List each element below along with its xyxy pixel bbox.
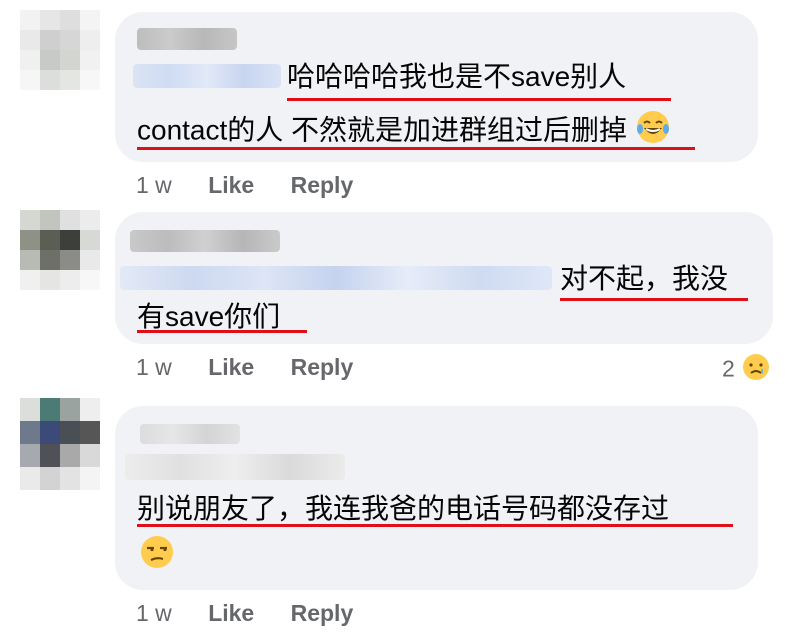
comment-bubble: 哈哈哈哈我也是不save别人 contact的人 不然就是加进群组过后删掉 (115, 12, 758, 162)
reply-button[interactable]: Reply (291, 172, 354, 198)
blurred-username (130, 230, 280, 252)
blurred-username (140, 424, 240, 444)
reply-button[interactable]: Reply (291, 600, 354, 626)
comment-text-span: contact的人 不然就是加进群组过后删掉 (137, 114, 628, 146)
highlight-underline (137, 330, 307, 333)
sad-tear-icon (741, 352, 771, 389)
comment-actions: 1 w Like Reply (136, 170, 353, 200)
like-button[interactable]: Like (208, 172, 254, 198)
blurred-mention (120, 266, 552, 290)
comment-actions: 1 w Like Reply (136, 352, 353, 382)
highlight-underline (137, 524, 733, 527)
blurred-mention (133, 64, 281, 88)
blurred-username (137, 28, 237, 50)
reply-button[interactable]: Reply (291, 354, 354, 380)
comment-bubble: 对不起，我没 有save你们 (115, 212, 773, 344)
like-button[interactable]: Like (208, 354, 254, 380)
highlight-underline (137, 147, 695, 150)
reaction-summary[interactable]: 2 (722, 352, 771, 389)
comment-timestamp: 1 w (136, 600, 172, 626)
reaction-count: 2 (722, 355, 735, 382)
comment-text-line: 对不起，我没 (560, 263, 729, 294)
highlight-underline (287, 98, 671, 101)
unamused-icon (139, 534, 175, 575)
comment-text-line: 哈哈哈哈我也是不save别人 (287, 61, 627, 92)
blurred-text (125, 454, 345, 480)
comment-timestamp: 1 w (136, 172, 172, 198)
comment-text-line: 别说朋友了，我连我爸的电话号码都没存过 (137, 493, 670, 524)
comment-actions: 1 w Like Reply (136, 598, 353, 628)
avatar[interactable] (20, 398, 100, 490)
comment-bubble: 别说朋友了，我连我爸的电话号码都没存过 (115, 406, 758, 590)
like-button[interactable]: Like (208, 600, 254, 626)
comment-timestamp: 1 w (136, 354, 172, 380)
avatar[interactable] (20, 210, 100, 290)
highlight-underline (560, 298, 748, 301)
avatar[interactable] (20, 10, 100, 90)
